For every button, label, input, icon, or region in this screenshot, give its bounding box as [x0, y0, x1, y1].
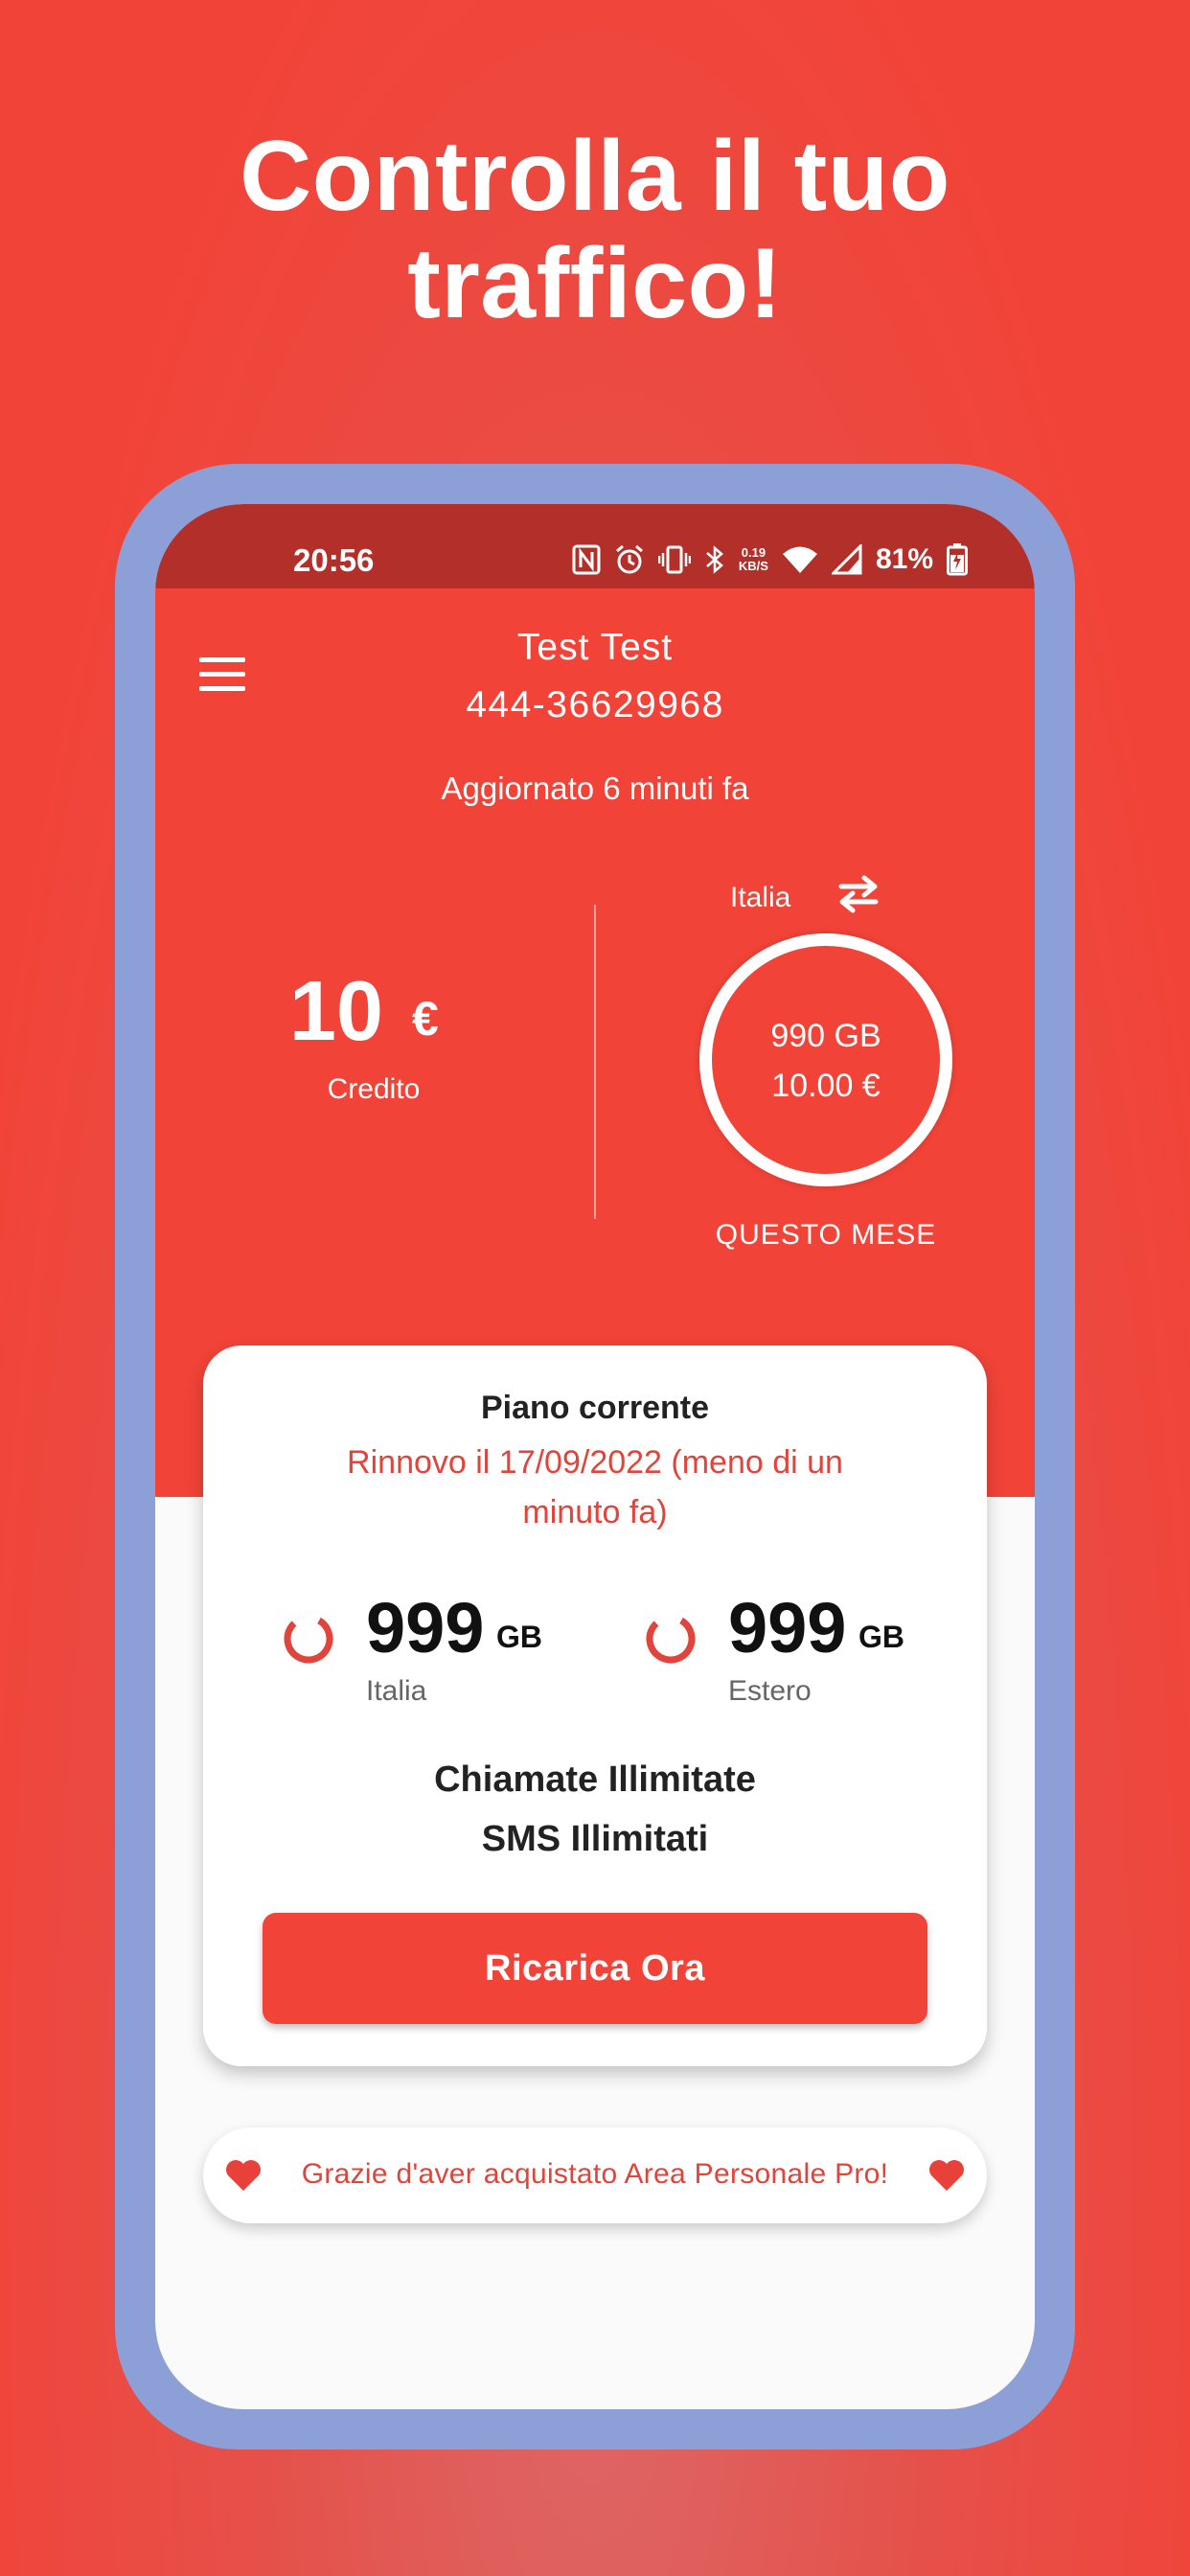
credit-currency: € — [412, 992, 439, 1046]
sms-info: SMS Illimitati — [481, 1819, 709, 1859]
region-label: Italia — [730, 882, 791, 913]
thanks-text: Grazie d'aver acquistato Area Personale … — [301, 2158, 889, 2190]
network-speed: 0.19 KB/S — [739, 546, 768, 573]
headline-line-1: Controlla il tuo — [240, 121, 950, 232]
phone-screen: 20:56 0.19 KB/S 81% Test Test 444-366299… — [155, 504, 1035, 2409]
ring-cost: 10.00 € — [771, 1068, 881, 1104]
wifi-icon — [782, 545, 818, 574]
thanks-banner: Grazie d'aver acquistato Area Personale … — [203, 2128, 987, 2223]
quota-unit: GB — [858, 1620, 904, 1654]
header-divider — [594, 905, 596, 1219]
heart-icon — [929, 2160, 964, 2191]
nfc-icon — [572, 544, 601, 575]
recharge-button[interactable]: Ricarica Ora — [263, 1913, 927, 2024]
status-bar: 20:56 0.19 KB/S 81% — [155, 504, 1035, 588]
quota-italia: 999 GB Italia — [282, 1587, 569, 1712]
quota-value: 999 — [728, 1588, 847, 1668]
headline-line-2: traffico! — [407, 228, 783, 339]
battery-percent: 81% — [875, 543, 933, 575]
quota-label: Italia — [366, 1675, 427, 1707]
ring-progress-icon — [646, 1614, 696, 1664]
period-label: QUESTO MESE — [715, 1219, 937, 1251]
user-number: 444-36629968 — [466, 684, 724, 725]
quota-value: 999 — [366, 1588, 485, 1668]
bluetooth-icon — [704, 544, 725, 575]
swap-icon[interactable] — [834, 874, 883, 914]
traffic-ring — [699, 933, 952, 1186]
ring-progress-icon — [284, 1614, 333, 1664]
plan-card: Piano corrente Rinnovo il 17/09/2022 (me… — [203, 1346, 987, 2066]
network-speed-value: 0.19 — [741, 545, 767, 560]
quota-estero: 999 GB Estero — [644, 1587, 931, 1712]
ring-data-used: 990 GB — [770, 1018, 881, 1054]
vibrate-icon — [657, 544, 691, 575]
status-icons: 0.19 KB/S 81% — [572, 540, 968, 579]
user-name: Test Test — [516, 627, 674, 668]
calls-info: Chiamate Illimitate — [434, 1760, 756, 1800]
quota-label: Estero — [728, 1675, 812, 1707]
plan-renewal: Rinnovo il 17/09/2022 (meno di un minuto… — [347, 1444, 843, 1530]
credit-label: Credito — [327, 1073, 421, 1105]
plan-title: Piano corrente — [480, 1390, 710, 1426]
signal-icon — [831, 544, 862, 575]
alarm-icon — [614, 544, 645, 575]
quota-unit: GB — [496, 1620, 542, 1654]
network-speed-unit: KB/S — [738, 559, 768, 573]
status-time: 20:56 — [293, 542, 375, 578]
promo-headline: Controlla il tuo traffico! — [0, 123, 1190, 337]
credit-value: 10 — [289, 963, 383, 1058]
battery-icon — [947, 543, 968, 576]
last-updated: Aggiornato 6 minuti fa — [441, 770, 749, 806]
